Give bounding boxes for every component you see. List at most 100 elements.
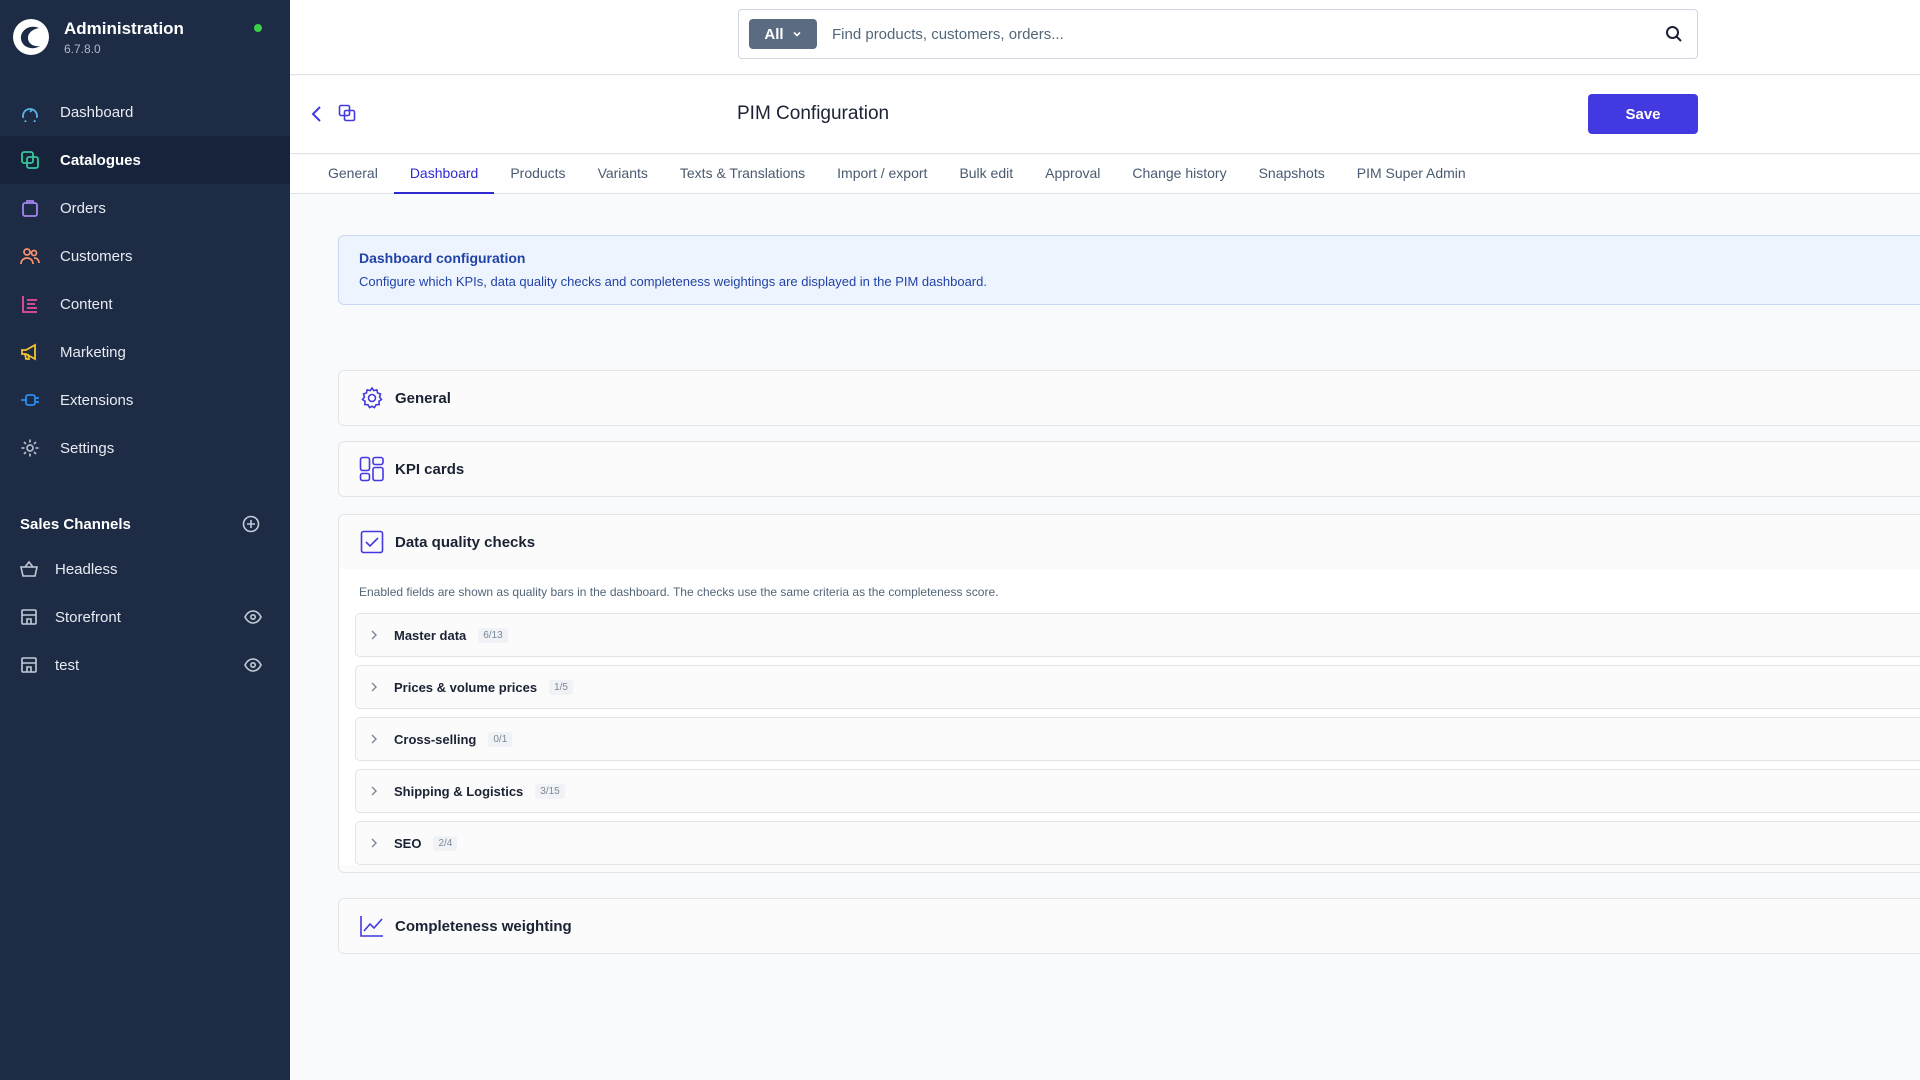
tab-products[interactable]: Products [494,155,581,194]
section-kpi-cards: KPI cards [338,441,1920,497]
chevron-right-icon [370,734,382,744]
nav-item-label: Content [60,295,113,313]
main-navigation: Dashboard Catalogues Orders Customers Co… [0,88,290,472]
dq-group-seo[interactable]: SEO 2/4 [355,821,1920,865]
add-sales-channel-icon[interactable] [242,515,260,533]
dq-group-label: SEO [394,835,422,851]
checkbox-icon [359,529,385,555]
nav-item-label: Catalogues [60,151,141,169]
info-banner-title: Dashboard configuration [359,250,526,266]
dq-group-shipping-logistics[interactable]: Shipping & Logistics 3/15 [355,769,1920,813]
tab-variants[interactable]: Variants [582,155,664,194]
megaphone-icon [19,341,41,363]
sales-channel-label: Headless [55,560,118,578]
shopping-bag-icon [19,197,41,219]
dq-group-count: 2/4 [433,835,458,851]
eye-icon[interactable] [244,610,262,624]
page-title: PIM Configuration [737,103,890,124]
section-kpi-cards-title: KPI cards [395,460,465,478]
tab-dashboard[interactable]: Dashboard [393,155,495,194]
data-quality-description: Enabled fields are shown as quality bars… [359,585,999,599]
dq-group-count: 1/5 [549,679,573,695]
sales-channels-title: Sales Channels [20,515,131,533]
dq-group-master-data[interactable]: Master data 6/13 [355,613,1920,657]
info-banner: Dashboard configuration Configure which … [338,235,1920,305]
online-status-dot [254,24,262,32]
tab-snapshots[interactable]: Snapshots [1243,155,1341,194]
sales-channel-label: Storefront [55,608,121,626]
catalogue-icon [19,149,41,171]
nav-item-marketing[interactable]: Marketing [0,328,290,376]
main-content: Dashboard configuration Configure which … [338,195,1920,1080]
nav-item-content[interactable]: Content [0,280,290,328]
content-icon [19,293,41,315]
nav-item-label: Settings [60,439,115,457]
eye-icon[interactable] [244,658,262,672]
tab-approval[interactable]: Approval [1029,155,1116,194]
nav-item-label: Orders [60,199,106,217]
chevron-right-icon [370,682,382,692]
sales-channel-storefront[interactable]: Storefront [0,593,290,641]
tab-pim-super-admin[interactable]: PIM Super Admin [1341,155,1482,194]
sidebar: Administration 6.7.8.0 Dashboard Catalog… [0,0,290,1080]
brand[interactable]: Administration 6.7.8.0 [12,18,184,56]
section-general-title: General [395,389,451,407]
nav-item-catalogues[interactable]: Catalogues [0,136,290,184]
dq-group-count: 6/13 [478,627,508,643]
nav-item-dashboard[interactable]: Dashboard [0,88,290,136]
nav-item-label: Dashboard [60,103,134,121]
brand-version: 6.7.8.0 [64,41,101,56]
tab-texts-translations[interactable]: Texts & Translations [664,155,821,194]
tab-import-export[interactable]: Import / export [821,155,943,194]
section-completeness-weighting: Completeness weighting [338,898,1920,954]
dq-group-label: Cross-selling [394,731,477,747]
data-quality-body: Enabled fields are shown as quality bars… [339,569,1920,865]
section-kpi-cards-header[interactable]: KPI cards [339,442,1920,496]
nav-item-label: Marketing [60,343,126,361]
chevron-right-icon [370,786,382,796]
dq-group-label: Master data [394,627,467,643]
section-data-quality-checks: Data quality checks Enabled fields are s… [338,514,1920,873]
nav-item-label: Customers [60,247,133,265]
nav-item-label: Extensions [60,391,134,409]
chevron-down-icon [793,31,801,37]
dq-group-cross-selling[interactable]: Cross-selling 0/1 [355,717,1920,761]
sales-channels-header: Sales Channels [20,515,260,533]
dq-group-count: 3/15 [535,783,565,799]
nav-item-extensions[interactable]: Extensions [0,376,290,424]
basket-icon [20,560,38,577]
search-scope-dropdown[interactable]: All [749,19,817,49]
nav-item-orders[interactable]: Orders [0,184,290,232]
tab-bulk-edit[interactable]: Bulk edit [943,155,1029,194]
section-data-quality-title: Data quality checks [395,533,536,551]
section-data-quality-header[interactable]: Data quality checks [339,515,1920,569]
sales-channel-headless[interactable]: Headless [0,545,290,593]
gear-icon [19,437,41,459]
dq-group-prices[interactable]: Prices & volume prices 1/5 [355,665,1920,709]
kpi-cards-icon [359,456,385,482]
section-general: General [338,370,1920,426]
nav-item-settings[interactable]: Settings [0,424,290,472]
copy-icon[interactable] [338,104,356,122]
search-input[interactable] [832,25,1632,43]
search-icon[interactable] [1665,25,1683,43]
save-button[interactable]: Save [1588,94,1698,134]
dashboard-icon [19,101,41,123]
top-bar: All [290,0,1920,75]
nav-item-customers[interactable]: Customers [0,232,290,280]
section-general-header[interactable]: General [339,371,1920,425]
back-arrow-icon[interactable] [310,104,324,124]
dq-group-label: Shipping & Logistics [394,783,524,799]
sales-channel-test[interactable]: test [0,641,290,689]
page-header: PIM Configuration Save [290,76,1920,154]
section-completeness-header[interactable]: Completeness weighting [339,899,1920,953]
tab-change-history[interactable]: Change history [1116,155,1242,194]
plug-icon [19,389,41,411]
brand-title: Administration [64,18,184,38]
tab-general[interactable]: General [312,155,394,194]
sales-channel-list: Headless Storefront test [0,545,290,689]
chevron-right-icon [370,838,382,848]
info-banner-text: Configure which KPIs, data quality check… [359,274,987,289]
chevron-right-icon [370,630,382,640]
section-completeness-title: Completeness weighting [395,917,572,935]
